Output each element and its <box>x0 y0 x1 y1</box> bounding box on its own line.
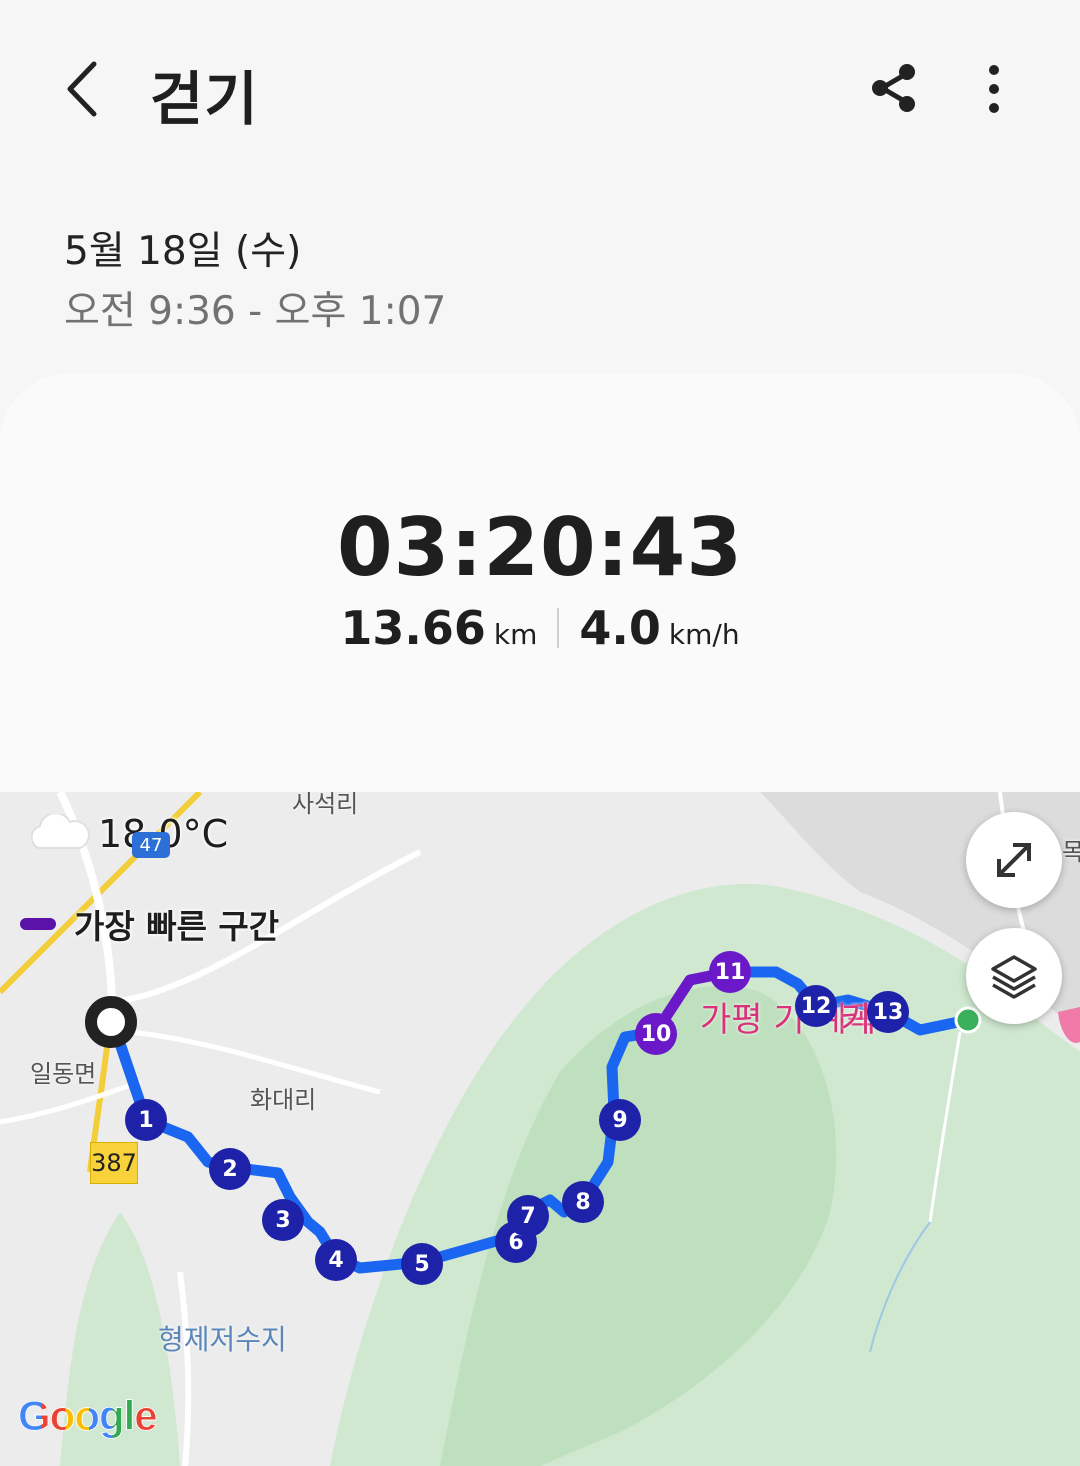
speed-unit: km/h <box>668 618 740 651</box>
more-options-button[interactable] <box>974 60 1014 120</box>
split-marker-1: 1 <box>125 1099 167 1141</box>
google-attribution: Google <box>18 1392 159 1440</box>
chevron-left-icon <box>67 61 97 117</box>
duration-value: 03:20:43 <box>337 501 743 594</box>
split-marker-13: 13 <box>867 991 909 1033</box>
start-marker <box>85 996 137 1048</box>
map-label-reservoir: 형제저수지 <box>158 1323 287 1356</box>
route-map[interactable]: 18.0°C 가장 빠른 구간 사석리 일동면 화대리 형제저수지 가평 기 계… <box>0 792 1080 1466</box>
split-marker-9: 9 <box>599 1099 641 1141</box>
distance-unit: km <box>493 618 538 651</box>
split-marker-11: 11 <box>709 951 751 993</box>
workout-time-range: 오전 9:36 - 오후 1:07 <box>64 289 447 334</box>
expand-map-button[interactable] <box>966 812 1062 908</box>
split-marker-10: 10 <box>635 1013 677 1055</box>
temperature-label: 18.0°C <box>26 812 228 856</box>
workout-date: 5월 18일 (수) <box>64 229 302 274</box>
map-label-north: 사석리 <box>292 792 359 818</box>
legend: 가장 빠른 구간 <box>20 900 279 948</box>
split-marker-2: 2 <box>209 1148 251 1190</box>
layers-icon <box>991 955 1037 999</box>
highway-shield: 387 <box>90 1142 138 1184</box>
split-marker-5: 5 <box>401 1243 443 1285</box>
app-bar: 걷기 <box>0 0 1080 180</box>
map-label-mok: 목 <box>1062 838 1080 866</box>
page-title: 걷기 <box>150 65 259 133</box>
stats-divider <box>557 608 560 648</box>
cloud-icon <box>30 814 90 849</box>
end-marker <box>954 1006 982 1034</box>
split-marker-3: 3 <box>262 1199 304 1241</box>
legend-label: 가장 빠른 구간 <box>74 907 280 946</box>
expand-icon <box>997 843 1031 877</box>
split-marker-8: 8 <box>562 1181 604 1223</box>
map-layers-button[interactable] <box>966 928 1062 1024</box>
more-vertical-icon <box>989 65 999 113</box>
distance-value: 13.66 <box>340 601 486 655</box>
google-logo-text: Google <box>18 1392 159 1440</box>
speed-value: 4.0 <box>579 601 661 655</box>
map-label-town: 일동면 <box>30 1060 97 1088</box>
split-marker-7: 7 <box>507 1195 549 1237</box>
split-marker-12: 12 <box>795 985 837 1027</box>
map-label-village: 화대리 <box>250 1086 317 1114</box>
stats-row: 13.66 km 4.0 km/h <box>0 601 1080 655</box>
back-button[interactable] <box>56 52 116 126</box>
share-icon <box>872 64 915 112</box>
share-button[interactable] <box>866 60 922 116</box>
route-47-shield: 47 <box>132 832 170 858</box>
split-marker-4: 4 <box>315 1239 357 1281</box>
legend-swatch <box>20 918 56 930</box>
